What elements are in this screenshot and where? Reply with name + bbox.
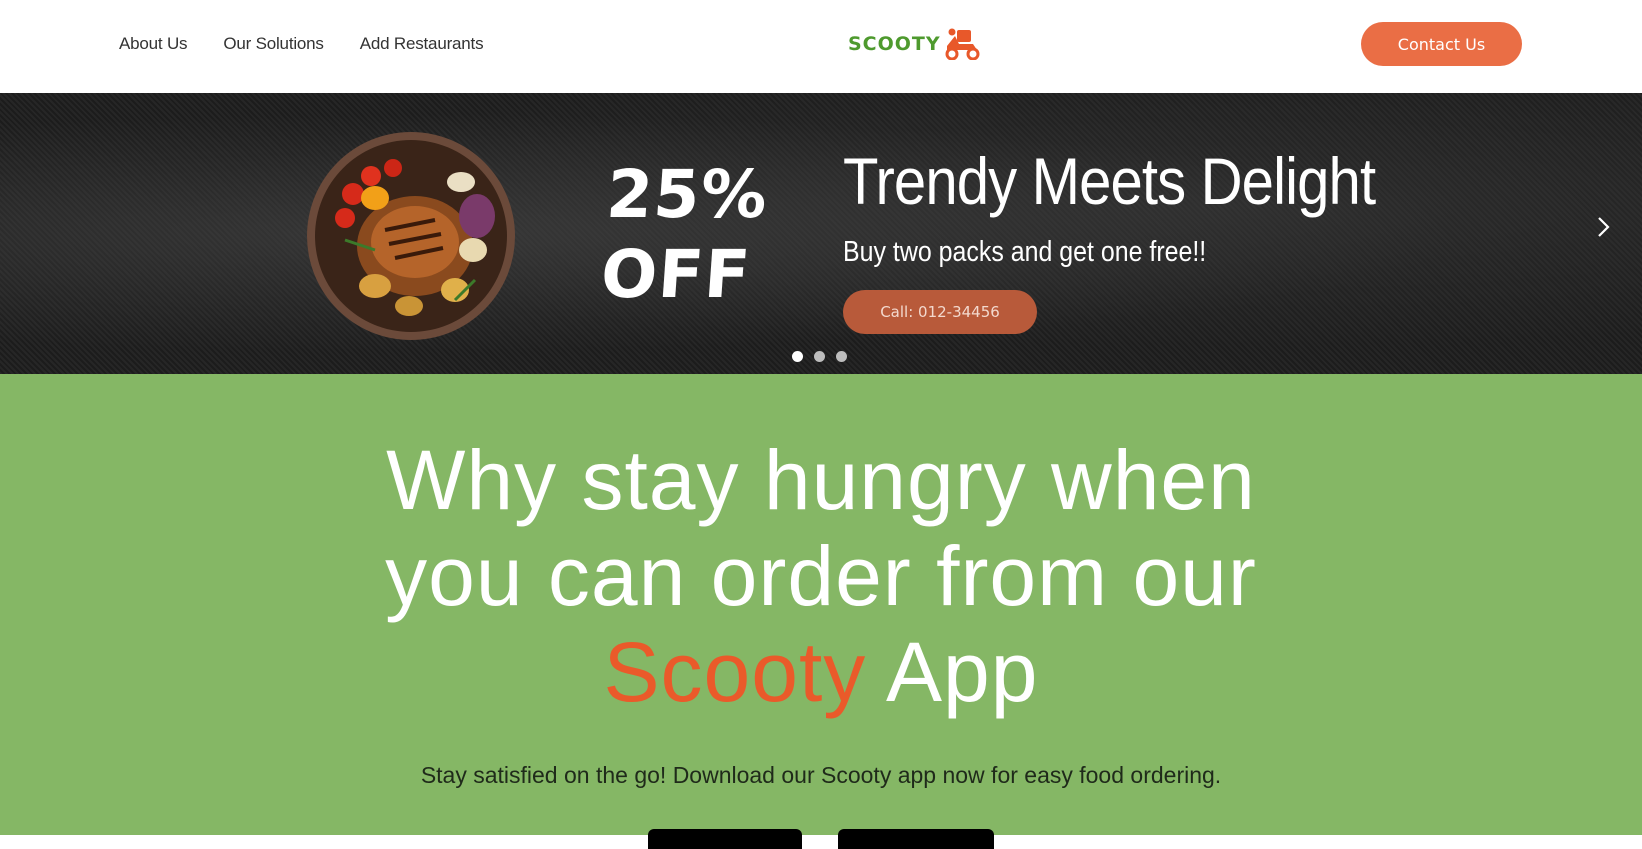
promo-carousel: 25% OFF Trendy Meets Delight Buy two pac…: [0, 93, 1642, 374]
main-nav: About Us Our Solutions Add Restaurants: [119, 0, 484, 88]
google-play-badge[interactable]: [838, 829, 994, 849]
nav-our-solutions[interactable]: Our Solutions: [223, 34, 324, 54]
hero-accent-word: Scooty: [603, 625, 867, 719]
logo[interactable]: SCOOTY: [848, 28, 981, 60]
carousel-dot-2[interactable]: [814, 351, 825, 362]
app-promo-section: Why stay hungry when you can order from …: [0, 374, 1642, 849]
carousel-dots: [792, 351, 847, 362]
hero-line-1: Why stay hungry when: [386, 433, 1256, 527]
contact-us-button[interactable]: Contact Us: [1361, 22, 1522, 66]
discount-text: 25% OFF: [598, 155, 771, 315]
nav-about-us[interactable]: About Us: [119, 34, 188, 54]
hero-line-3-rest: App: [866, 625, 1039, 719]
call-button[interactable]: Call: 012-34456: [843, 290, 1037, 334]
hero-line-2: you can order from our: [385, 529, 1257, 623]
app-store-badge[interactable]: [648, 829, 802, 849]
scooter-icon: [945, 28, 980, 60]
grilled-chicken-dish-image: [307, 132, 515, 340]
site-header: About Us Our Solutions Add Restaurants S…: [0, 0, 1642, 93]
banner-title: Trendy Meets Delight: [843, 144, 1376, 218]
chevron-right-icon[interactable]: [1593, 214, 1613, 240]
banner-subtitle: Buy two packs and get one free!!: [843, 236, 1207, 268]
carousel-dot-1[interactable]: [792, 351, 803, 362]
carousel-dot-3[interactable]: [836, 351, 847, 362]
discount-percent: 25%: [604, 156, 771, 233]
hero-tagline: Stay satisfied on the go! Download our S…: [420, 762, 1222, 788]
logo-text: SCOOTY: [848, 33, 941, 55]
hero-line-3: Scooty App: [0, 624, 1642, 720]
discount-off: OFF: [598, 236, 754, 313]
nav-add-restaurants[interactable]: Add Restaurants: [360, 34, 484, 54]
